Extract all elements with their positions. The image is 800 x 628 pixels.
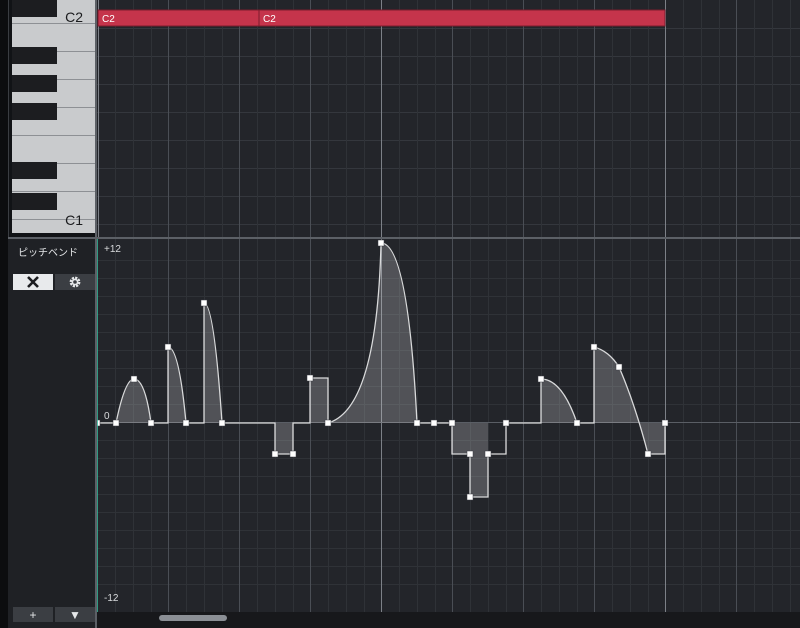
black-key[interactable] [12, 47, 57, 64]
pitchbend-point[interactable] [289, 450, 297, 458]
note-label-c2: C2 [65, 9, 83, 25]
pitchbend-point[interactable] [130, 375, 138, 383]
key-editor: C2 C1 C2 C2 ピッチベンド + ▼ +12 0 -12 [0, 0, 800, 628]
axis-zero-label: 0 [104, 411, 110, 422]
pitchbend-point[interactable] [112, 419, 120, 427]
pitchbend-point[interactable] [271, 450, 279, 458]
x-mark-icon [27, 276, 39, 288]
pitchbend-point[interactable] [147, 419, 155, 427]
note-event[interactable] [258, 9, 666, 27]
pitchbend-point[interactable] [218, 419, 226, 427]
lane-settings-button[interactable] [55, 274, 95, 290]
pitchbend-point[interactable] [413, 419, 421, 427]
pitchbend-point[interactable] [590, 343, 598, 351]
pitchbend-point[interactable] [430, 419, 438, 427]
black-key[interactable] [12, 162, 57, 179]
note-event[interactable] [97, 9, 260, 27]
horizontal-scrollbar[interactable] [97, 612, 800, 628]
pitchbend-point[interactable] [448, 419, 456, 427]
project-cursor[interactable] [97, 239, 98, 614]
black-key[interactable] [12, 193, 57, 210]
lane-menu-button[interactable]: ▼ [55, 607, 95, 622]
black-key[interactable] [12, 0, 57, 17]
pitchbend-point[interactable] [537, 375, 545, 383]
gear-icon [69, 276, 81, 288]
note-event-label: C2 [263, 14, 276, 25]
lane-bottom-buttons: + ▼ [13, 607, 95, 622]
pitchbend-point[interactable] [164, 343, 172, 351]
pitchbend-point[interactable] [377, 239, 385, 247]
pitchbend-point[interactable] [615, 363, 623, 371]
pitchbend-point[interactable] [661, 419, 669, 427]
axis-max-label: +12 [104, 244, 121, 255]
white-key[interactable] [12, 136, 95, 164]
note-label-c1: C1 [65, 212, 83, 228]
pitchbend-point[interactable] [200, 299, 208, 307]
pitchbend-point[interactable] [182, 419, 190, 427]
pitchbend-point[interactable] [502, 419, 510, 427]
controller-lane-panel: ピッチベンド + ▼ [8, 239, 95, 628]
pitchbend-point[interactable] [324, 419, 332, 427]
axis-min-label: -12 [104, 593, 119, 604]
note-event-label: C2 [102, 14, 115, 25]
pitchbend-lane[interactable] [97, 239, 800, 614]
lane-controller-name[interactable]: ピッチベンド [18, 244, 78, 259]
scrollbar-thumb[interactable] [159, 615, 227, 621]
black-key[interactable] [12, 103, 57, 120]
black-key[interactable] [12, 75, 57, 92]
pitchbend-point[interactable] [306, 374, 314, 382]
pitchbend-grid [97, 239, 800, 614]
pitchbend-point[interactable] [573, 419, 581, 427]
lane-buttons [13, 274, 95, 290]
pitchbend-point[interactable] [466, 493, 474, 501]
note-grid-lines: C2 C2 [97, 0, 800, 237]
note-grid[interactable]: C2 C2 [97, 0, 800, 237]
pitchbend-point[interactable] [484, 450, 492, 458]
piano-keyboard[interactable]: C2 C1 [12, 0, 95, 233]
lane-mute-button[interactable] [13, 274, 53, 290]
add-lane-button[interactable]: + [13, 607, 53, 622]
pitchbend-point[interactable] [466, 450, 474, 458]
pitchbend-point[interactable] [644, 450, 652, 458]
